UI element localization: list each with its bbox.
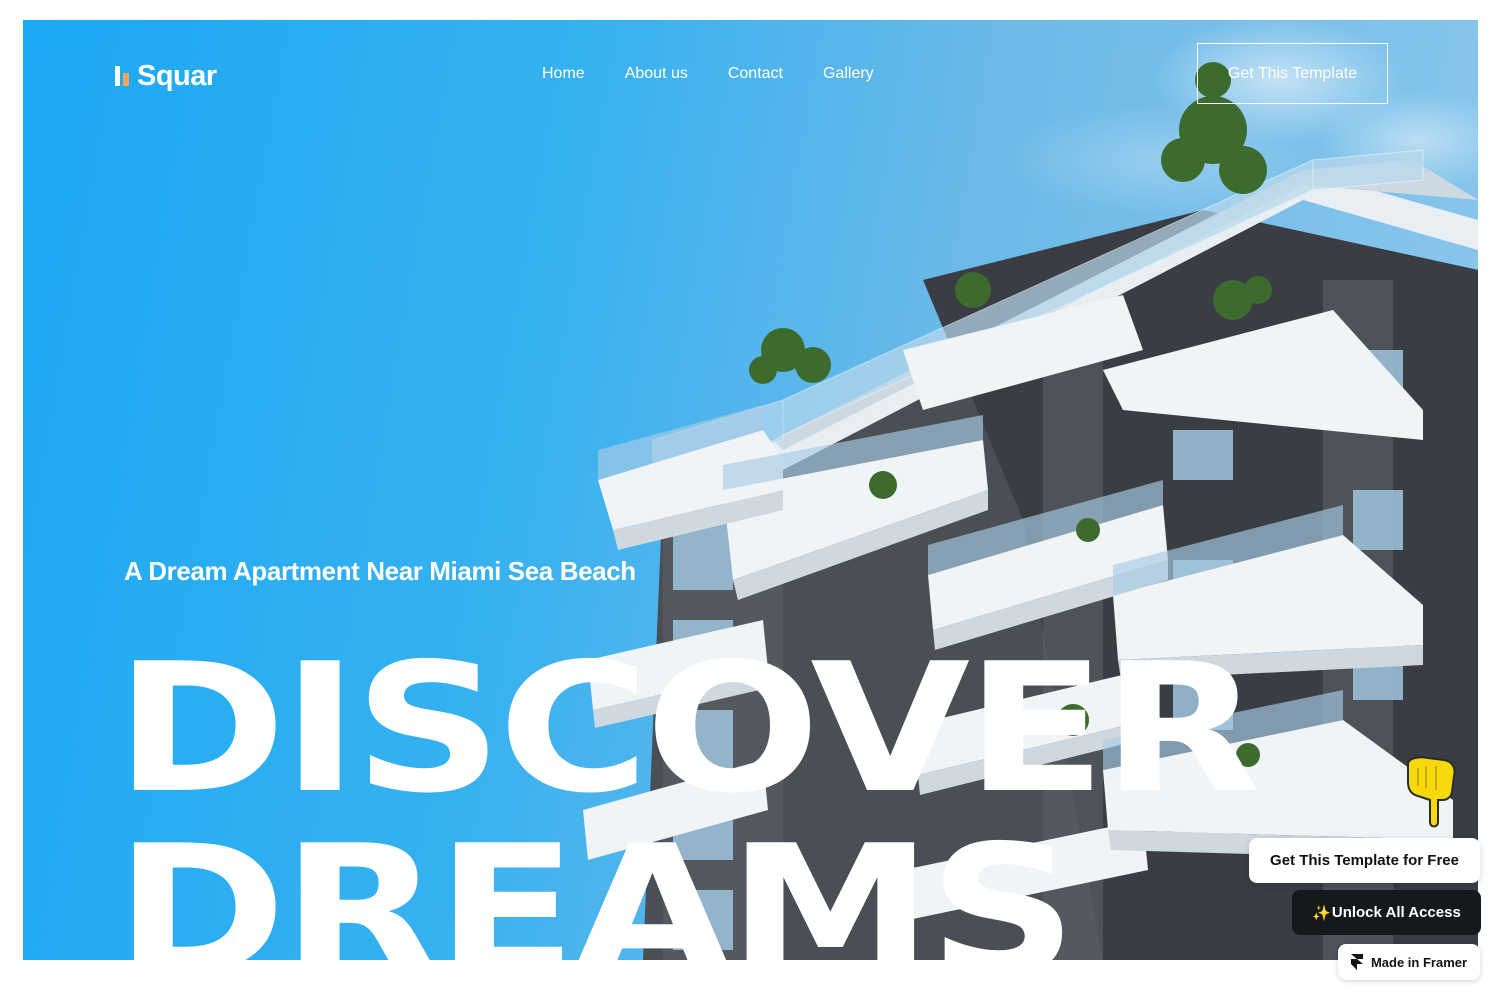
bar-chart-logo-icon: [115, 64, 131, 88]
nav-item-gallery[interactable]: Gallery: [823, 64, 874, 84]
hero-section: Squar Home About us Contact Gallery Get …: [23, 20, 1478, 960]
get-template-free-button[interactable]: Get This Template for Free: [1249, 838, 1480, 883]
nav-item-contact[interactable]: Contact: [728, 64, 783, 84]
headline-line-1: DISCOVER: [115, 625, 1261, 832]
nav-item-about-us[interactable]: About us: [625, 64, 688, 84]
hero-headline: DISCOVER DREAMS: [115, 625, 1261, 961]
badge-label: Made in Framer: [1370, 954, 1468, 970]
main-nav: Home About us Contact Gallery: [542, 64, 874, 84]
framer-logo-icon: [1350, 954, 1363, 970]
made-in-framer-badge[interactable]: Made in Framer: [1338, 944, 1480, 980]
brand-name: Squar: [137, 59, 217, 92]
brand-logo[interactable]: Squar: [115, 58, 217, 94]
headline-line-2: DREAMS: [115, 807, 1077, 961]
get-template-button[interactable]: Get This Template: [1197, 43, 1388, 104]
unlock-label: Unlock All Access: [1331, 904, 1461, 921]
nav-item-home[interactable]: Home: [542, 64, 585, 84]
pointing-hand-icon: [1407, 756, 1456, 828]
hero-tagline: A Dream Apartment Near Miami Sea Beach: [124, 556, 636, 586]
sparkles-icon: ✨: [1312, 904, 1331, 922]
unlock-all-access-button[interactable]: ✨ Unlock All Access: [1292, 890, 1481, 935]
